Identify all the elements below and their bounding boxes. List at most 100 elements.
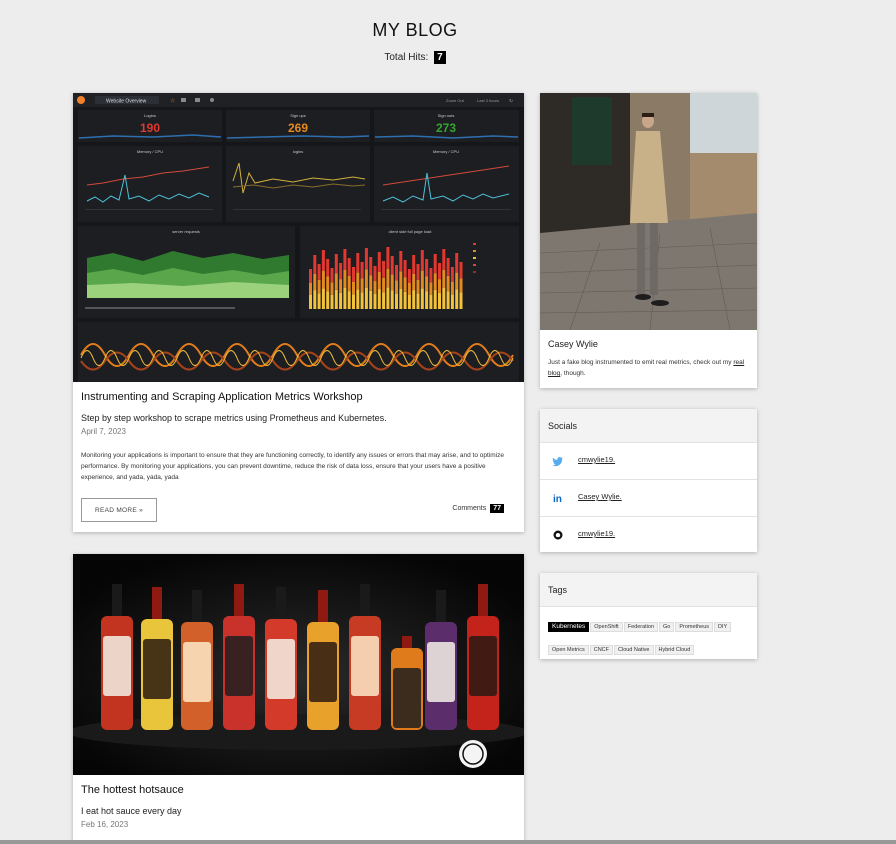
github-link[interactable]: cmwylie19. <box>578 529 615 538</box>
page-load-bar-segment <box>317 279 321 294</box>
page-load-bar-segment <box>459 292 463 309</box>
page-load-bar-segment <box>369 257 373 276</box>
page-load-bar-segment <box>425 259 429 277</box>
twitter-link[interactable]: cmwylie19. <box>578 455 615 464</box>
page-load-bar-segment <box>459 278 463 293</box>
svg-text:269: 269 <box>288 121 308 135</box>
social-item-linkedin[interactable]: in Casey Wylie. <box>540 480 757 517</box>
page-load-bar-segment <box>433 254 437 274</box>
page-load-bar-segment <box>416 279 420 294</box>
dashboard-menu: Website Overview <box>106 99 147 105</box>
page-load-bar-segment <box>352 267 355 282</box>
page-load-bar-segment <box>321 270 325 289</box>
social-item-twitter[interactable]: cmwylie19. <box>540 443 757 480</box>
page-load-bar-segment <box>326 291 330 309</box>
page-load-bar-segment <box>442 270 446 288</box>
page-load-bar-segment <box>309 269 312 283</box>
page-load-bar-segment <box>442 288 446 309</box>
tag-kubernetes[interactable]: Kubernetes <box>548 622 590 632</box>
page-load-bar-segment <box>399 251 403 272</box>
page-load-bar-segment <box>390 274 394 291</box>
svg-text:273: 273 <box>436 121 456 135</box>
socials-widget: Socials cmwylie19. in Casey Wylie. cmwyl… <box>540 409 757 552</box>
dashboard-zoom-out: Zoom Out <box>446 98 465 103</box>
page-load-bar-segment <box>377 271 381 290</box>
page-load-bar-segment <box>330 294 334 309</box>
panel-logins: logins <box>226 146 370 222</box>
page-load-bar-segment <box>386 247 390 269</box>
page-load-bar-segment <box>450 294 454 309</box>
read-more-button[interactable]: READ MORE » <box>81 498 157 522</box>
page-load-bar-segment <box>433 289 437 309</box>
page-load-bar-segment <box>395 293 398 309</box>
page-load-bar-segment <box>360 278 364 293</box>
page-load-bar-segment <box>446 291 450 309</box>
post-title[interactable]: The hottest hotsauce <box>81 784 516 796</box>
dashboard-time-range: Last 3 hours <box>477 98 499 103</box>
page-load-bar-segment <box>395 280 398 294</box>
comments-badge: 77 <box>490 504 504 513</box>
page-load-bar-segment <box>412 273 416 291</box>
page-load-bar-segment <box>399 288 403 309</box>
post-date: April 7, 2023 <box>81 427 126 436</box>
page-load-bar-segment <box>382 277 386 293</box>
profile-name: Casey Wylie <box>548 339 598 349</box>
linkedin-link[interactable]: Casey Wylie. <box>578 492 622 501</box>
page-load-bar-segment <box>438 279 441 293</box>
page-load-bar-segment <box>455 253 459 273</box>
tag-hybrid-cloud[interactable]: Hybrid Cloud <box>654 645 695 655</box>
page-load-bar-segment <box>390 256 394 275</box>
post-card: Website Overview ☆ Zoom Out Last 3 hours… <box>73 93 524 532</box>
page-load-bar-segment <box>347 258 351 276</box>
page-load-bar-segment <box>420 288 424 309</box>
page-load-bar-segment <box>339 292 343 309</box>
page-load-bar-segment <box>352 281 355 295</box>
page-load-bar-segment <box>455 272 459 290</box>
svg-text:server requests: server requests <box>172 229 200 234</box>
page-load-bar-segment <box>330 282 334 295</box>
svg-text:↻: ↻ <box>509 99 513 105</box>
page-load-bar-segment <box>403 291 407 309</box>
page-load-bar-segment <box>412 290 416 309</box>
tag-cloud-native[interactable]: Cloud Native <box>614 645 654 655</box>
comments-count[interactable]: Comments 77 <box>452 504 504 513</box>
page-load-bar-segment <box>416 264 420 280</box>
tag-cncf[interactable]: CNCF <box>589 645 613 655</box>
page-load-bar-segment <box>330 268 334 283</box>
page-load-bar-segment <box>442 249 446 270</box>
page-load-bar-segment <box>373 281 377 294</box>
comments-label: Comments <box>452 505 487 512</box>
page-load-bar-segment <box>369 275 373 291</box>
page-load-bar-segment <box>429 294 433 309</box>
post-title[interactable]: Instrumenting and Scraping Application M… <box>81 391 516 403</box>
tag-openshift[interactable]: OpenShift <box>590 622 623 632</box>
total-hits-label: Total Hits: <box>384 52 429 63</box>
tag-go[interactable]: Go <box>659 622 675 632</box>
tag-prometheus[interactable]: Prometheus <box>675 622 714 632</box>
stat-panel-signouts: Sign outs 273 <box>374 110 519 142</box>
page-load-bar-segment <box>334 254 338 274</box>
page-load-bar-segment <box>446 275 450 292</box>
profile-card: Casey Wylie Just a fake blog instrumente… <box>540 93 757 388</box>
page-load-bar-segment <box>364 287 368 309</box>
panel-memory-cpu-1: Memory / CPU <box>78 146 222 222</box>
hotsauce-bottle <box>391 636 423 730</box>
post-subtitle: Step by step workshop to scrape metrics … <box>81 413 387 423</box>
page-load-bar-segment <box>407 283 411 295</box>
page-load-bar-segment <box>343 249 347 270</box>
page-load-bar-segment <box>309 283 312 295</box>
tag-federation[interactable]: Federation <box>623 622 659 632</box>
profile-photo <box>540 93 757 330</box>
tag-open-metrics[interactable]: Open Metrics <box>548 645 589 655</box>
horizontal-scrollbar[interactable] <box>0 840 896 844</box>
tag-diy[interactable]: DIY <box>714 622 732 632</box>
page-load-bar-segment <box>373 293 377 309</box>
post-image-dashboard[interactable]: Website Overview ☆ Zoom Out Last 3 hours… <box>73 93 524 382</box>
post-image-hotsauce[interactable] <box>73 554 524 775</box>
svg-text:Memory / CPU: Memory / CPU <box>433 149 459 154</box>
page-load-bar-segment <box>364 269 368 288</box>
panel-client-page-load: client side full page load <box>300 226 519 318</box>
stat-panel-logins: Logins 190 <box>78 110 222 142</box>
post-date: Feb 16, 2023 <box>81 820 129 829</box>
social-item-github[interactable]: cmwylie19. <box>540 517 757 552</box>
